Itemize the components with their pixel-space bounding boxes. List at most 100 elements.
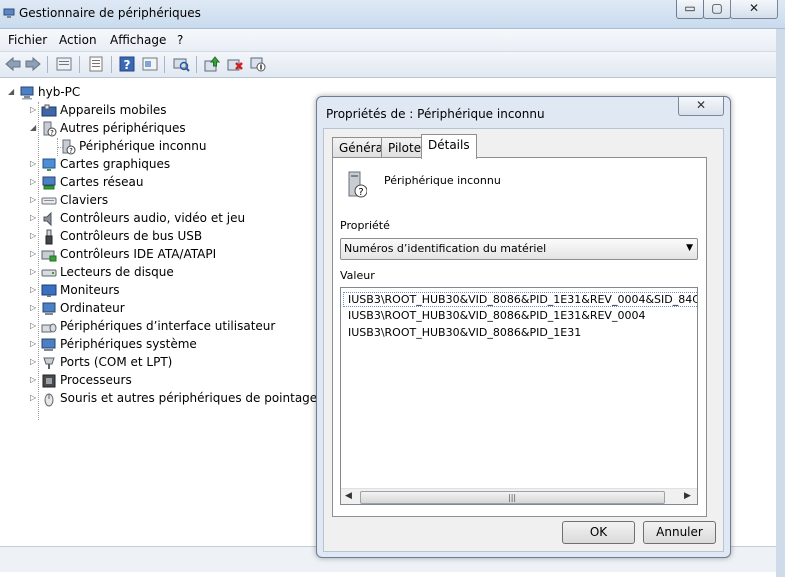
- tree-item-ports[interactable]: ▷ Ports (COM et LPT): [30, 354, 290, 372]
- ide-controller-icon: [41, 250, 57, 262]
- expand-arrow-icon[interactable]: ▷: [30, 304, 38, 312]
- tree-item-peripherique-inconnu[interactable]: ? Périphérique inconnu: [49, 138, 249, 156]
- expand-arrow-icon[interactable]: ▷: [30, 394, 38, 402]
- expand-arrow-icon[interactable]: ▷: [30, 250, 38, 258]
- device-manager-icon: [3, 8, 15, 18]
- unknown-device-icon: ?: [348, 171, 367, 198]
- expand-arrow-icon[interactable]: ▷: [30, 340, 38, 348]
- scan-hardware-icon[interactable]: [172, 55, 190, 73]
- tree-root[interactable]: ◢ hyb-PC: [8, 84, 128, 102]
- mobile-device-icon: [41, 104, 57, 117]
- tree-item-processeurs[interactable]: ▷ Processeurs: [30, 372, 290, 390]
- expand-arrow-icon[interactable]: ▷: [30, 268, 38, 276]
- up-level-icon[interactable]: [55, 55, 73, 73]
- help-icon[interactable]: ?: [118, 55, 136, 73]
- tree-item-autres-peripheriques[interactable]: ◢ ? Autres périphériques: [30, 120, 290, 138]
- tree-item-appareils-mobiles[interactable]: ▷ Appareils mobiles: [30, 102, 290, 120]
- collapse-arrow-icon[interactable]: ◢: [8, 88, 16, 96]
- svg-text:?: ?: [50, 129, 54, 137]
- cancel-button[interactable]: Annuler: [643, 521, 716, 544]
- menu-action[interactable]: Action: [59, 33, 97, 47]
- uninstall-icon[interactable]: [226, 55, 244, 73]
- expand-arrow-icon[interactable]: ▷: [30, 160, 38, 168]
- tree-item-lecteurs-disque[interactable]: ▷ Lecteurs de disque: [30, 264, 290, 282]
- list-item[interactable]: IUSB3\ROOT_HUB30&VID_8086&PID_1E31: [348, 326, 581, 339]
- disable-device-icon[interactable]: [249, 55, 267, 73]
- properties-dialog: Propriétés de : Périphérique inconnu ✕ G…: [316, 96, 731, 558]
- unknown-device-icon: ?: [62, 139, 76, 155]
- window-frame-right: [776, 29, 785, 577]
- system-device-icon: [41, 338, 56, 351]
- svg-text:?: ?: [358, 187, 363, 198]
- port-icon: [43, 357, 55, 369]
- expand-arrow-icon[interactable]: ▷: [30, 322, 38, 330]
- network-adapter-icon: [42, 176, 56, 190]
- tree-item-ordinateur[interactable]: ▷ Ordinateur: [30, 300, 290, 318]
- tree-item-controleurs-audio[interactable]: ▷ Contrôleurs audio, vidéo et jeu: [30, 210, 310, 228]
- maximize-button[interactable]: ▢: [703, 0, 731, 19]
- menu-bar: Fichier Action Affichage ?: [0, 29, 776, 52]
- dropdown-arrow-icon: ▼: [686, 243, 693, 253]
- properties-icon[interactable]: [87, 55, 105, 73]
- monitor-icon: [41, 284, 57, 297]
- horizontal-scrollbar[interactable]: ◀ ||| ▶: [341, 488, 697, 504]
- expand-arrow-icon[interactable]: ▷: [30, 196, 38, 204]
- scroll-right-icon[interactable]: ▶: [684, 491, 691, 501]
- tree-item-controleurs-ide[interactable]: ▷ Contrôleurs IDE ATA/ATAPI: [30, 246, 290, 264]
- tree-item-souris[interactable]: ▷ Souris et autres périphériques de poin…: [30, 390, 320, 408]
- menu-affichage[interactable]: Affichage: [110, 33, 166, 47]
- device-name: Périphérique inconnu: [384, 174, 501, 187]
- expand-arrow-icon[interactable]: ▷: [30, 376, 38, 384]
- hid-icon: [41, 323, 57, 333]
- speaker-icon: [43, 211, 52, 227]
- window-title: Gestionnaire de périphériques: [19, 6, 201, 20]
- scrollbar-thumb[interactable]: |||: [360, 491, 665, 504]
- tree-item-claviers[interactable]: ▷ Claviers: [30, 192, 290, 210]
- property-label: Propriété: [340, 219, 390, 232]
- back-icon[interactable]: [4, 55, 22, 73]
- collapse-arrow-icon[interactable]: ◢: [30, 124, 38, 132]
- dialog-close-button[interactable]: ✕: [678, 97, 724, 116]
- minimize-button[interactable]: ▭: [676, 0, 704, 19]
- ok-button[interactable]: OK: [562, 521, 635, 544]
- update-driver-icon[interactable]: [203, 55, 221, 73]
- list-item[interactable]: IUSB3\ROOT_HUB30&VID_8086&PID_1E31&REV_0…: [348, 309, 645, 322]
- title-bar: Gestionnaire de périphériques ▭ ▢ ✕: [0, 0, 785, 29]
- disk-drive-icon: [41, 269, 57, 277]
- value-listbox[interactable]: IUSB3\ROOT_HUB30&VID_8086&PID_1E31&REV_0…: [340, 287, 698, 505]
- toolbar: ?: [0, 52, 776, 78]
- device-tree: ◢ hyb-PC ▷ Appareils mobiles ◢ ? Autres …: [0, 80, 320, 540]
- display-adapter-icon: [42, 158, 56, 171]
- keyboard-icon: [41, 197, 57, 205]
- expand-arrow-icon[interactable]: ▷: [30, 214, 38, 222]
- menu-fichier[interactable]: Fichier: [8, 33, 47, 47]
- expand-arrow-icon[interactable]: ▷: [30, 358, 38, 366]
- tree-item-cartes-graphiques[interactable]: ▷ Cartes graphiques: [30, 156, 290, 174]
- unknown-device-icon: ?: [43, 121, 57, 137]
- tree-item-moniteurs[interactable]: ▷ Moniteurs: [30, 282, 290, 300]
- expand-arrow-icon[interactable]: ▷: [30, 178, 38, 186]
- processor-icon: [42, 374, 56, 388]
- menu-help[interactable]: ?: [177, 33, 183, 47]
- expand-arrow-icon[interactable]: ▷: [30, 232, 38, 240]
- view-icon[interactable]: [141, 55, 159, 73]
- close-button[interactable]: ✕: [730, 0, 778, 19]
- list-item[interactable]: IUSB3\ROOT_HUB30&VID_8086&PID_1E31&REV_0…: [343, 292, 697, 307]
- expand-arrow-icon[interactable]: ▷: [30, 106, 38, 114]
- forward-icon[interactable]: [24, 55, 42, 73]
- grip-icon: |||: [508, 493, 517, 502]
- tree-item-controleurs-usb[interactable]: ▷ Contrôleurs de bus USB: [30, 228, 290, 246]
- property-dropdown[interactable]: Numéros d’identification du matériel ▼: [340, 238, 698, 260]
- tree-item-peripheriques-interface[interactable]: ▷ Périphériques d’interface utilisateur: [30, 318, 320, 336]
- usb-icon: [45, 229, 53, 245]
- svg-text:?: ?: [69, 147, 73, 155]
- computer-name: hyb-PC: [38, 85, 81, 99]
- tree-item-cartes-reseau[interactable]: ▷ Cartes réseau: [30, 174, 290, 192]
- mouse-icon: [44, 393, 54, 407]
- expand-arrow-icon[interactable]: ▷: [30, 286, 38, 294]
- tab-details[interactable]: Détails: [421, 134, 477, 159]
- scroll-left-icon[interactable]: ◀: [345, 491, 352, 501]
- tree-item-peripheriques-systeme[interactable]: ▷ Périphériques système: [30, 336, 290, 354]
- dialog-title: Propriétés de : Périphérique inconnu: [326, 107, 545, 121]
- svg-text:?: ?: [124, 58, 131, 72]
